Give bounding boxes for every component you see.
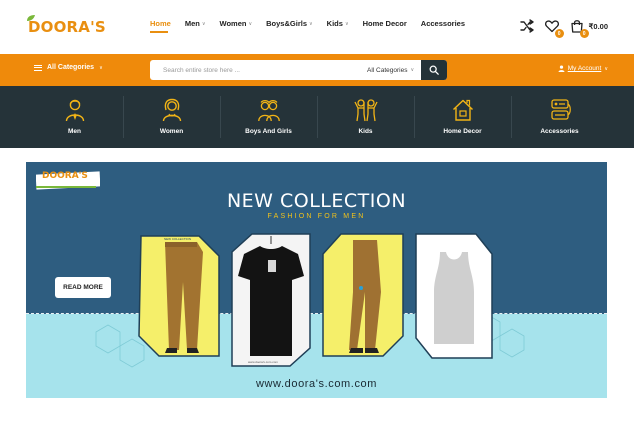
category-accessories[interactable]: Accessories xyxy=(511,86,608,148)
banner-logo-text: DOORA'S xyxy=(42,171,88,181)
chevron-down-icon: ∨ xyxy=(201,20,206,27)
product-card-trousers-side xyxy=(322,233,404,357)
nav-women[interactable]: Women ∨ xyxy=(220,19,253,28)
chevron-down-icon: ∨ xyxy=(344,20,349,27)
nav-label: Boys&Girls xyxy=(266,19,307,28)
nav-boys-girls[interactable]: Boys&Girls ∨ xyxy=(266,19,313,28)
product-card-url: www.doora's.com.com xyxy=(248,360,278,364)
compare-button[interactable] xyxy=(519,18,535,34)
category-home-decor[interactable]: Home Decor xyxy=(414,86,511,148)
chevron-down-icon: ∨ xyxy=(309,20,313,27)
cart-total[interactable]: ₹0.00 xyxy=(589,22,608,31)
category-label: Home Decor xyxy=(443,128,482,135)
hero-banner[interactable]: DOORA'S NEW COLLECTION FASHION FOR MEN N… xyxy=(26,162,607,398)
category-label: Women xyxy=(159,128,184,135)
logo-text: DOORA'S xyxy=(28,18,106,36)
cart-count-badge: 0 xyxy=(579,29,589,38)
my-account-label: My Account xyxy=(567,65,602,72)
nav-accessories[interactable]: Accessories xyxy=(421,19,465,28)
site-logo[interactable]: DOORA'S xyxy=(27,14,106,40)
chevron-down-icon: ∨ xyxy=(410,67,415,73)
chevron-down-icon: ∨ xyxy=(248,20,253,27)
chevron-down-icon: ∨ xyxy=(604,65,608,72)
search-category-value: All Categories xyxy=(367,66,408,74)
category-label: Boys And Girls xyxy=(245,128,292,135)
category-men[interactable]: Men xyxy=(26,86,123,148)
main-nav: Home Men ∨ Women ∨ Boys&Girls ∨ Kids ∨ Home … xyxy=(150,19,479,28)
read-more-button[interactable]: READ MORE xyxy=(55,277,111,298)
cart-button[interactable]: 0 xyxy=(569,18,589,38)
nav-active-underline xyxy=(150,31,168,33)
nav-label: Women xyxy=(219,19,247,28)
nav-home-decor[interactable]: Home Decor xyxy=(363,19,407,28)
category-label: Men xyxy=(68,128,81,135)
search-button[interactable] xyxy=(421,60,447,80)
category-boys-and-girls[interactable]: Boys And Girls xyxy=(220,86,317,148)
banner-title: NEW COLLECTION xyxy=(226,190,407,212)
man-icon xyxy=(65,99,84,122)
nav-men[interactable]: Men ∨ xyxy=(185,19,206,28)
product-card-tshirt xyxy=(231,233,311,367)
hamburger-icon xyxy=(34,64,42,71)
search-input[interactable] xyxy=(163,60,353,80)
category-label: Kids xyxy=(358,128,373,135)
all-categories-menu[interactable]: All Categories ∨ xyxy=(34,64,103,71)
category-label: Accessories xyxy=(540,128,579,135)
category-women[interactable]: Women xyxy=(123,86,220,148)
wishlist-count-badge: 0 xyxy=(554,29,564,38)
product-card-trousers xyxy=(138,235,220,357)
top-header: DOORA'S Home Men ∨ Women ∨ Boys&Girls ∨ Kid… xyxy=(0,0,634,54)
user-icon xyxy=(558,65,565,72)
boys-and-girls-icon xyxy=(257,100,280,122)
nav-kids[interactable]: Kids ∨ xyxy=(327,19,349,28)
all-categories-label: All Categories xyxy=(47,64,95,71)
product-card-vest xyxy=(415,233,493,359)
search-icon xyxy=(429,65,439,75)
accessories-icon xyxy=(550,99,571,120)
nav-label: Kids xyxy=(326,19,343,28)
leaf-icon xyxy=(27,15,35,21)
nav-home[interactable]: Home xyxy=(150,19,171,28)
nav-label: Men xyxy=(184,19,200,28)
banner-subtitle: FASHION FOR MEN xyxy=(267,213,366,220)
shuffle-icon xyxy=(519,19,534,33)
kids-icon xyxy=(353,99,378,122)
header-actions: 0 0 ₹0.00 xyxy=(510,18,608,38)
product-card-tag: NEW COLLECTION xyxy=(164,237,192,241)
banner-url: www.doora's.com.com xyxy=(255,378,378,390)
wishlist-button[interactable]: 0 xyxy=(544,18,564,38)
page: DOORA'S Home Men ∨ Women ∨ Boys&Girls ∨ Kid… xyxy=(0,0,634,423)
category-strip: Men Women Boys And Girls Kids Home Decor… xyxy=(0,86,634,148)
search-box: All Categories ∨ xyxy=(150,60,447,80)
nav-label: Home Decor xyxy=(362,19,407,28)
category-kids[interactable]: Kids xyxy=(317,86,414,148)
chevron-down-icon: ∨ xyxy=(99,64,103,71)
search-bar: All Categories ∨ All Categories ∨ My Acc… xyxy=(0,54,634,86)
nav-label: Accessories xyxy=(420,19,465,28)
my-account-menu[interactable]: My Account ∨ xyxy=(558,65,608,72)
house-icon xyxy=(452,99,473,121)
woman-icon xyxy=(162,98,181,122)
search-category-select[interactable]: All Categories ∨ xyxy=(367,60,414,80)
nav-label: Home xyxy=(150,19,171,28)
